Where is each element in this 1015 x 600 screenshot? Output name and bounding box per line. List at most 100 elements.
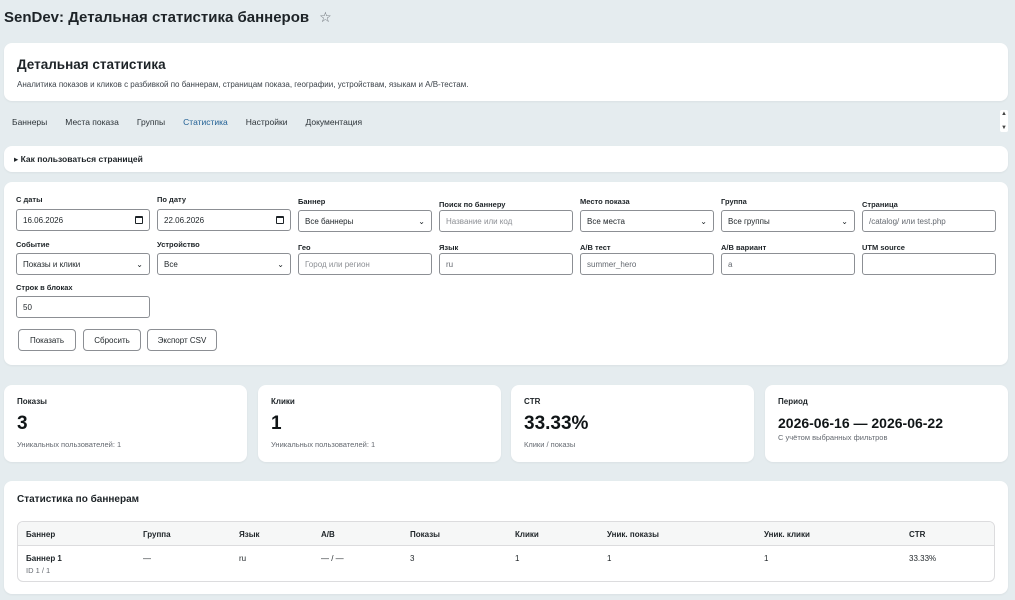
banner-select[interactable]: Все баннеры ⌄: [298, 210, 432, 232]
howto-toggle[interactable]: ▸ Как пользоваться страницей: [14, 154, 143, 165]
place-select[interactable]: Все места ⌄: [580, 210, 714, 232]
geo-field: Гео Город или регион: [298, 243, 432, 275]
group-field: Группа Все группы ⌄: [721, 197, 855, 232]
tab-settings[interactable]: Настройки: [246, 117, 288, 127]
date-from-value: 16.06.2026: [23, 215, 64, 225]
stat-card-clicks: Клики 1 Уникальных пользователей: 1: [258, 385, 501, 462]
howto-card: ▸ Как пользоваться страницей: [4, 146, 1008, 172]
banner-group: —: [143, 554, 151, 563]
export-csv-button[interactable]: Экспорт CSV: [147, 329, 217, 351]
filters-card: С даты 16.06.2026 По дату 22.06.2026 Бан…: [4, 182, 1008, 365]
stat-note: Уникальных пользователей: 1: [17, 440, 122, 449]
ab-variant-field: A/B вариант a: [721, 243, 855, 275]
event-select[interactable]: Показы и клики ⌄: [16, 253, 150, 275]
chevron-down-icon: ⌄: [418, 216, 425, 226]
date-from-label: С даты: [16, 195, 43, 204]
chevron-down-icon[interactable]: ▼: [1001, 125, 1007, 131]
page-field: Страница /catalog/ или test.php: [862, 200, 996, 232]
tab-places[interactable]: Места показа: [65, 117, 119, 127]
tabs-scroll-arrows[interactable]: ▲ ▼: [1000, 110, 1008, 132]
chevron-down-icon: ⌄: [841, 216, 848, 226]
column-header: Группа: [143, 530, 171, 539]
calendar-icon[interactable]: [135, 216, 143, 224]
star-icon[interactable]: ☆: [319, 9, 332, 26]
banner-search-placeholder: Название или код: [446, 216, 513, 226]
event-label: Событие: [16, 240, 50, 249]
banner-search-field: Поиск по баннеру Название или код: [439, 200, 573, 232]
ab-variant-label: A/B вариант: [721, 243, 767, 252]
group-label: Группа: [721, 197, 747, 206]
calendar-icon[interactable]: [276, 216, 284, 224]
banner-search-input[interactable]: Название или код: [439, 210, 573, 232]
tab-banners[interactable]: Баннеры: [12, 117, 47, 127]
banner-ctr: 33.33%: [909, 554, 937, 563]
stat-label: Показы: [17, 397, 47, 406]
group-select[interactable]: Все группы ⌄: [721, 210, 855, 232]
date-to-value: 22.06.2026: [164, 215, 205, 225]
ab-test-field: A/B тест summer_hero: [580, 243, 714, 275]
stat-value: 3: [17, 413, 28, 434]
chevron-down-icon: ⌄: [277, 259, 284, 269]
header-card: Детальная статистика Аналитика показов и…: [4, 43, 1008, 101]
date-from-field: С даты 16.06.2026: [16, 195, 150, 231]
banner-name: Баннер 1: [26, 554, 62, 563]
chevron-down-icon: ⌄: [700, 216, 707, 226]
tab-statistics[interactable]: Статистика: [183, 117, 228, 127]
banner-ab: — / —: [321, 554, 344, 563]
page-title-row: SenDev: Детальная статистика баннеров ☆: [4, 6, 332, 28]
table-header: Баннер Группа Язык A/B Показы Клики Уник…: [18, 522, 994, 546]
column-header: Показы: [410, 530, 440, 539]
place-select-value: Все места: [587, 216, 625, 226]
header-title: Детальная статистика: [17, 57, 166, 72]
device-select[interactable]: Все ⌄: [157, 253, 291, 275]
stat-label: Период: [778, 397, 808, 406]
stat-card-ctr: CTR 33.33% Клики / показы: [511, 385, 754, 462]
group-select-value: Все группы: [728, 216, 770, 226]
stat-note: Клики / показы: [524, 440, 576, 449]
date-to-label: По дату: [157, 195, 187, 204]
rows-value: 50: [23, 302, 32, 312]
geo-input[interactable]: Город или регион: [298, 253, 432, 275]
column-header: A/B: [321, 530, 335, 539]
column-header: Клики: [515, 530, 539, 539]
rows-label: Строк в блоках: [16, 283, 73, 292]
banner-uniq-impressions: 1: [607, 554, 612, 563]
utm-source-label: UTM source: [862, 243, 905, 252]
utm-source-input[interactable]: [862, 253, 996, 275]
rows-input[interactable]: 50: [16, 296, 150, 318]
event-select-value: Показы и клики: [23, 259, 81, 269]
banner-stats-table: Баннер Группа Язык A/B Показы Клики Уник…: [17, 521, 995, 582]
column-header: Уник. показы: [607, 530, 659, 539]
chevron-up-icon[interactable]: ▲: [1001, 111, 1007, 117]
date-from-input[interactable]: 16.06.2026: [16, 209, 150, 231]
lang-label: Язык: [439, 243, 459, 252]
banner-label: Баннер: [298, 197, 326, 206]
rows-field: Строк в блоках 50: [16, 283, 150, 318]
tab-documentation[interactable]: Документация: [305, 117, 362, 127]
banner-search-label: Поиск по баннеру: [439, 200, 506, 209]
page-placeholder: /catalog/ или test.php: [869, 216, 946, 226]
date-to-field: По дату 22.06.2026: [157, 195, 291, 231]
lang-field: Язык ru: [439, 243, 573, 275]
stat-card-impressions: Показы 3 Уникальных пользователей: 1: [4, 385, 247, 462]
utm-source-field: UTM source: [862, 243, 996, 275]
geo-placeholder: Город или регион: [305, 259, 370, 269]
reset-button[interactable]: Сбросить: [83, 329, 141, 351]
page-input[interactable]: /catalog/ или test.php: [862, 210, 996, 232]
header-subtitle: Аналитика показов и кликов с разбивкой п…: [17, 80, 469, 89]
lang-value: ru: [446, 259, 454, 269]
nav-tabs: Баннеры Места показа Группы Статистика Н…: [12, 117, 380, 127]
stat-note: С учётом выбранных фильтров: [778, 433, 888, 442]
tab-groups[interactable]: Группы: [137, 117, 165, 127]
show-button[interactable]: Показать: [18, 329, 76, 351]
lang-input[interactable]: ru: [439, 253, 573, 275]
column-header: Уник. клики: [764, 530, 810, 539]
device-label: Устройство: [157, 240, 200, 249]
device-select-value: Все: [164, 259, 178, 269]
device-field: Устройство Все ⌄: [157, 240, 291, 275]
date-to-input[interactable]: 22.06.2026: [157, 209, 291, 231]
ab-test-input[interactable]: summer_hero: [580, 253, 714, 275]
banner-id: ID 1 / 1: [26, 566, 51, 575]
page-title: SenDev: Детальная статистика баннеров: [4, 8, 310, 26]
ab-variant-input[interactable]: a: [721, 253, 855, 275]
